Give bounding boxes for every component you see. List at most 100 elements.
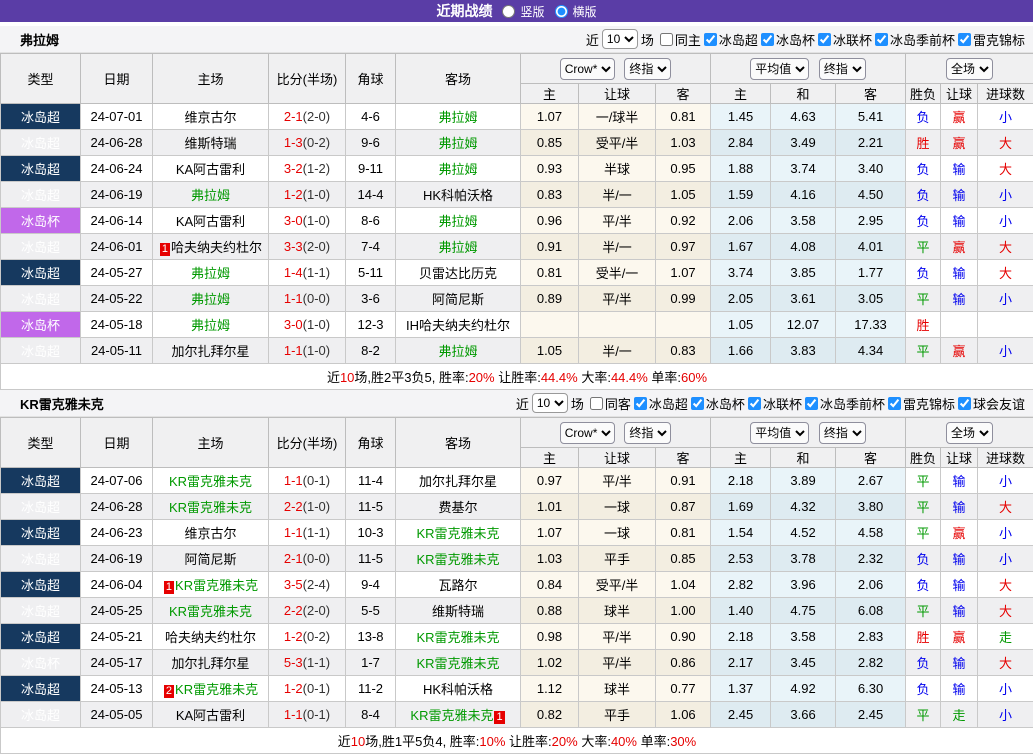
away-team[interactable]: 弗拉姆 bbox=[396, 104, 521, 130]
final-odds-select-2[interactable]: 终指 bbox=[819, 422, 866, 444]
home-team[interactable]: KA阿古雷利 bbox=[153, 208, 269, 234]
home-team[interactable]: 弗拉姆 bbox=[153, 182, 269, 208]
score: 1-2(0-1) bbox=[269, 676, 346, 702]
home-team[interactable]: 维京古尔 bbox=[153, 104, 269, 130]
table-row: 冰岛超 24-05-21 哈夫纳夫约杜尔 1-2(0-2) 13-8 KR雷克雅… bbox=[1, 624, 1033, 650]
home-team[interactable]: 维斯特瑞 bbox=[153, 130, 269, 156]
odds-away: 0.83 bbox=[656, 338, 711, 364]
final-odds-select[interactable]: 终指 bbox=[624, 58, 671, 80]
league-filter-option[interactable]: 冰岛杯 bbox=[761, 30, 815, 49]
home-team[interactable]: 阿简尼斯 bbox=[153, 546, 269, 572]
away-team[interactable]: 贝雷达比历克 bbox=[396, 260, 521, 286]
league-filter-option[interactable]: 冰联杯 bbox=[748, 394, 802, 413]
away-team[interactable]: IH哈夫纳夫约杜尔 bbox=[396, 312, 521, 338]
league-checkbox[interactable] bbox=[888, 397, 901, 410]
away-team[interactable]: 弗拉姆 bbox=[396, 130, 521, 156]
away-team[interactable]: 维斯特瑞 bbox=[396, 598, 521, 624]
league-checkbox[interactable] bbox=[704, 33, 717, 46]
home-team[interactable]: 加尔扎拜尔星 bbox=[153, 338, 269, 364]
league-filter-option[interactable]: 冰岛杯 bbox=[691, 394, 745, 413]
away-team[interactable]: KR雷克雅未克 bbox=[396, 624, 521, 650]
away-team[interactable]: 加尔扎拜尔星 bbox=[396, 468, 521, 494]
away-team[interactable]: 弗拉姆 bbox=[396, 338, 521, 364]
bookmaker-select[interactable]: Crow* bbox=[560, 422, 615, 444]
home-team[interactable]: 1哈夫纳夫约杜尔 bbox=[153, 234, 269, 260]
league-filter-option[interactable]: 冰联杯 bbox=[818, 30, 872, 49]
horizontal-radio[interactable] bbox=[555, 5, 568, 18]
home-team[interactable]: 弗拉姆 bbox=[153, 260, 269, 286]
result-handicap: 输 bbox=[941, 650, 978, 676]
away-team[interactable]: HK科帕沃格 bbox=[396, 676, 521, 702]
league-badge: 冰岛杯 bbox=[1, 312, 81, 338]
away-team[interactable]: 瓦路尔 bbox=[396, 572, 521, 598]
team1-filter-bar: 弗拉姆 近 10 场 同主 冰岛超 冰岛杯 冰联杯 冰岛季前杯 雷克锦标 bbox=[0, 26, 1033, 53]
table-row: 冰岛杯 24-05-17 加尔扎拜尔星 5-3(1-1) 1-7 KR雷克雅未克… bbox=[1, 650, 1033, 676]
corner-count: 8-4 bbox=[346, 702, 396, 728]
avg-draw: 3.83 bbox=[771, 338, 836, 364]
league-filter-option[interactable]: 冰岛季前杯 bbox=[805, 394, 885, 413]
same-away-option[interactable]: 同客 bbox=[590, 394, 631, 413]
same-away-checkbox[interactable] bbox=[590, 397, 603, 410]
average-select[interactable]: 平均值 bbox=[750, 58, 809, 80]
match-count-select[interactable]: 10 bbox=[532, 393, 568, 413]
league-checkbox[interactable] bbox=[761, 33, 774, 46]
away-team[interactable]: KR雷克雅未克 bbox=[396, 520, 521, 546]
league-filter-option[interactable]: 冰岛超 bbox=[634, 394, 688, 413]
match-count-select[interactable]: 10 bbox=[602, 29, 638, 49]
average-select[interactable]: 平均值 bbox=[750, 422, 809, 444]
league-filter-option[interactable]: 球会友谊 bbox=[958, 394, 1025, 413]
table-row: 冰岛超 24-05-13 2KR雷克雅未克 1-2(0-1) 11-2 HK科帕… bbox=[1, 676, 1033, 702]
games-label: 场 bbox=[571, 394, 584, 413]
home-team[interactable]: 维京古尔 bbox=[153, 520, 269, 546]
same-home-option[interactable]: 同主 bbox=[660, 30, 701, 49]
home-team[interactable]: KA阿古雷利 bbox=[153, 702, 269, 728]
away-team[interactable]: HK科帕沃格 bbox=[396, 182, 521, 208]
league-badge: 冰岛超 bbox=[1, 260, 81, 286]
layout-vertical-option[interactable]: 竖版 bbox=[502, 3, 544, 20]
league-checkbox[interactable] bbox=[634, 397, 647, 410]
league-filter-option[interactable]: 雷克锦标 bbox=[888, 394, 955, 413]
league-filter-option[interactable]: 雷克锦标 bbox=[958, 30, 1025, 49]
layout-horizontal-option[interactable]: 横版 bbox=[555, 3, 597, 20]
league-checkbox[interactable] bbox=[691, 397, 704, 410]
league-filter-option[interactable]: 冰岛季前杯 bbox=[875, 30, 955, 49]
final-odds-select-2[interactable]: 终指 bbox=[819, 58, 866, 80]
league-checkbox[interactable] bbox=[748, 397, 761, 410]
avg-home: 1.59 bbox=[711, 182, 771, 208]
vertical-radio[interactable] bbox=[502, 5, 515, 18]
home-team[interactable]: 弗拉姆 bbox=[153, 286, 269, 312]
avg-home: 1.54 bbox=[711, 520, 771, 546]
home-team[interactable]: 2KR雷克雅未克 bbox=[153, 676, 269, 702]
away-team[interactable]: 弗拉姆 bbox=[396, 234, 521, 260]
home-team[interactable]: KR雷克雅未克 bbox=[153, 494, 269, 520]
league-filter-option[interactable]: 冰岛超 bbox=[704, 30, 758, 49]
home-team[interactable]: KR雷克雅未克 bbox=[153, 468, 269, 494]
result-wdl: 负 bbox=[906, 156, 941, 182]
scope-select[interactable]: 全场 bbox=[946, 422, 993, 444]
scope-select[interactable]: 全场 bbox=[946, 58, 993, 80]
avg-draw: 4.92 bbox=[771, 676, 836, 702]
away-team[interactable]: KR雷克雅未克 bbox=[396, 546, 521, 572]
odds-handicap: 一/球半 bbox=[579, 104, 656, 130]
home-team[interactable]: 弗拉姆 bbox=[153, 312, 269, 338]
home-team[interactable]: 1KR雷克雅未克 bbox=[153, 572, 269, 598]
same-home-checkbox[interactable] bbox=[660, 33, 673, 46]
bookmaker-select[interactable]: Crow* bbox=[560, 58, 615, 80]
away-team[interactable]: KR雷克雅未克 bbox=[396, 650, 521, 676]
league-checkbox[interactable] bbox=[875, 33, 888, 46]
home-team[interactable]: KR雷克雅未克 bbox=[153, 598, 269, 624]
home-team[interactable]: 哈夫纳夫约杜尔 bbox=[153, 624, 269, 650]
league-checkbox[interactable] bbox=[805, 397, 818, 410]
away-team[interactable]: KR雷克雅未克1 bbox=[396, 702, 521, 728]
league-checkbox[interactable] bbox=[818, 33, 831, 46]
league-badge: 冰岛超 bbox=[1, 338, 81, 364]
away-team[interactable]: 弗拉姆 bbox=[396, 156, 521, 182]
away-team[interactable]: 费基尔 bbox=[396, 494, 521, 520]
home-team[interactable]: KA阿古雷利 bbox=[153, 156, 269, 182]
league-checkbox[interactable] bbox=[958, 397, 971, 410]
home-team[interactable]: 加尔扎拜尔星 bbox=[153, 650, 269, 676]
league-checkbox[interactable] bbox=[958, 33, 971, 46]
final-odds-select[interactable]: 终指 bbox=[624, 422, 671, 444]
away-team[interactable]: 弗拉姆 bbox=[396, 208, 521, 234]
away-team[interactable]: 阿简尼斯 bbox=[396, 286, 521, 312]
